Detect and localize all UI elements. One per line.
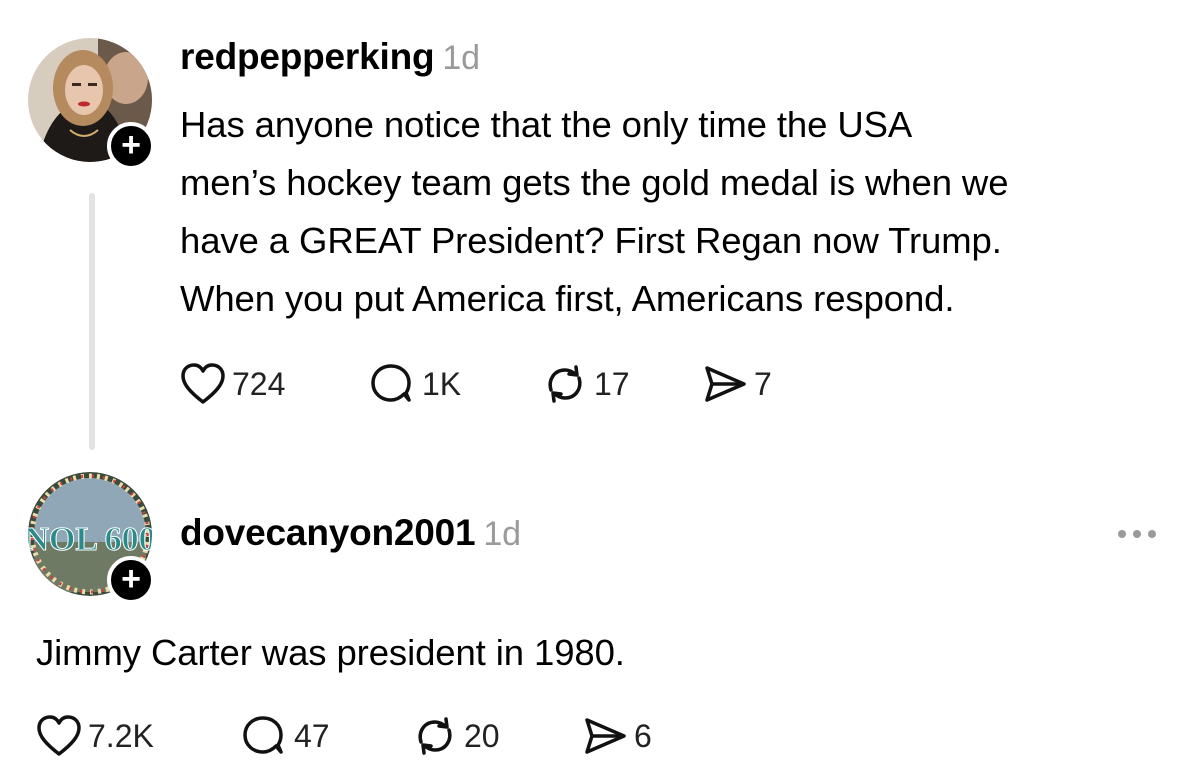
repost-button[interactable]: 20 bbox=[412, 714, 582, 758]
post-text-line: Jimmy Carter was president in 1980. bbox=[36, 632, 625, 673]
send-icon bbox=[705, 366, 746, 402]
follow-button[interactable]: + bbox=[107, 122, 155, 170]
share-button[interactable]: 7 bbox=[702, 362, 802, 406]
repost-button[interactable]: 17 bbox=[542, 362, 702, 406]
plus-icon: + bbox=[121, 560, 141, 598]
like-count: 7.2K bbox=[88, 717, 154, 754]
heart-icon bbox=[37, 715, 81, 756]
username[interactable]: redpepperking bbox=[180, 36, 435, 77]
author-row: dovecanyon2001 1d bbox=[180, 512, 521, 554]
action-bar: 724 1K 17 7 bbox=[180, 362, 802, 406]
repost-count: 20 bbox=[464, 717, 500, 754]
post-text: Has anyone notice that the only time the… bbox=[180, 96, 1009, 328]
post-time: 1d bbox=[442, 39, 480, 77]
more-options-button[interactable] bbox=[1118, 530, 1156, 538]
follow-button[interactable]: + bbox=[107, 556, 155, 604]
send-icon bbox=[585, 718, 626, 754]
comment-icon bbox=[243, 716, 283, 754]
post-text: Jimmy Carter was president in 1980. bbox=[36, 624, 625, 682]
share-button[interactable]: 6 bbox=[582, 714, 682, 758]
plus-icon: + bbox=[121, 126, 141, 164]
author-row: redpepperking 1d bbox=[180, 36, 480, 78]
thread-line bbox=[89, 193, 95, 450]
reply-button[interactable]: 1K bbox=[370, 362, 542, 406]
post-2: NOL 600 + dovecanyon2001 1d Jimmy Carter … bbox=[0, 460, 1200, 783]
repost-icon bbox=[548, 365, 582, 403]
post-1: + redpepperking 1d Has anyone notice that… bbox=[0, 0, 1200, 460]
reply-count: 47 bbox=[294, 717, 330, 754]
heart-icon bbox=[181, 363, 225, 404]
username[interactable]: dovecanyon2001 bbox=[180, 512, 476, 553]
avatar-wrap[interactable]: NOL 600 + bbox=[28, 472, 155, 604]
post-text-line: have a GREAT President? First Regan now … bbox=[180, 220, 1002, 261]
reply-count: 1K bbox=[422, 365, 462, 402]
like-button[interactable]: 724 bbox=[180, 362, 370, 406]
like-button[interactable]: 7.2K bbox=[36, 714, 242, 758]
share-count: 6 bbox=[634, 717, 652, 754]
more-icon bbox=[1118, 530, 1156, 538]
repost-count: 17 bbox=[594, 365, 630, 402]
reply-button[interactable]: 47 bbox=[242, 714, 412, 758]
action-bar: 7.2K 47 20 6 bbox=[36, 714, 682, 758]
comment-icon bbox=[371, 364, 411, 402]
post-text-line: When you put America first, Americans re… bbox=[180, 278, 955, 319]
avatar-wrap[interactable]: + bbox=[28, 38, 155, 170]
repost-icon bbox=[418, 717, 452, 755]
avatar-logo-text: NOL 600 bbox=[28, 521, 152, 558]
like-count: 724 bbox=[232, 365, 286, 402]
post-text-line: Has anyone notice that the only time the… bbox=[180, 104, 913, 145]
post-time: 1d bbox=[483, 515, 521, 553]
share-count: 7 bbox=[754, 365, 772, 402]
post-text-line: men’s hockey team gets the gold medal is… bbox=[180, 162, 1009, 203]
